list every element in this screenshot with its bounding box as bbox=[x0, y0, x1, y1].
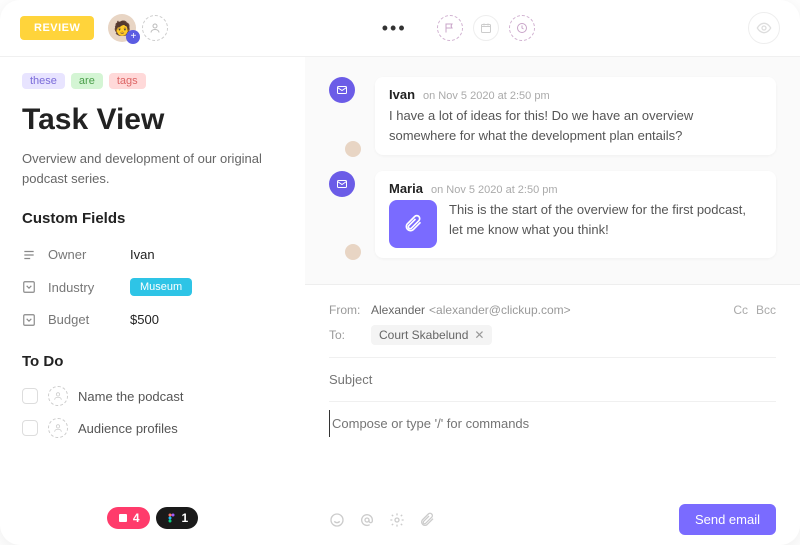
comment-bubble: Ivan on Nov 5 2020 at 2:50 pm I have a l… bbox=[375, 77, 776, 155]
list-icon bbox=[22, 248, 38, 262]
flag-icon[interactable] bbox=[437, 15, 463, 41]
mention-icon[interactable] bbox=[359, 512, 375, 528]
user-avatar bbox=[343, 139, 363, 159]
comment-timestamp: on Nov 5 2020 at 2:50 pm bbox=[423, 90, 550, 102]
subject-input[interactable] bbox=[329, 366, 776, 393]
integration-pill-red[interactable]: 4 bbox=[107, 507, 150, 529]
todo-label: Name the podcast bbox=[78, 389, 184, 404]
from-email: <alexander@clickup.com> bbox=[429, 303, 571, 317]
add-assignee-button[interactable] bbox=[142, 15, 168, 41]
from-name: Alexander bbox=[371, 303, 425, 317]
topbar: REVIEW 🧑 + ••• bbox=[0, 0, 800, 57]
field-label: Industry bbox=[48, 280, 130, 295]
pill-count: 1 bbox=[182, 511, 189, 525]
tag-list: these are tags bbox=[22, 73, 283, 89]
more-menu-button[interactable]: ••• bbox=[382, 18, 407, 39]
comment: Maria on Nov 5 2020 at 2:50 pm This is t… bbox=[329, 171, 776, 258]
tag[interactable]: tags bbox=[109, 73, 146, 89]
field-value: $500 bbox=[130, 312, 159, 327]
assignee-avatar[interactable]: 🧑 + bbox=[108, 14, 136, 42]
composer-footer: Send email bbox=[329, 494, 776, 535]
industry-badge[interactable]: Museum bbox=[130, 278, 192, 296]
checkbox[interactable] bbox=[22, 388, 38, 404]
pill-count: 4 bbox=[133, 511, 140, 525]
bcc-button[interactable]: Bcc bbox=[756, 303, 776, 317]
todo-item[interactable]: Audience profiles bbox=[22, 412, 283, 444]
from-label: From: bbox=[329, 303, 371, 317]
figma-icon bbox=[166, 512, 178, 524]
todo-label: Audience profiles bbox=[78, 421, 178, 436]
comment-list: Ivan on Nov 5 2020 at 2:50 pm I have a l… bbox=[305, 57, 800, 284]
dropdown-icon bbox=[22, 313, 38, 327]
task-description: Overview and development of our original… bbox=[22, 149, 283, 188]
mail-icon bbox=[329, 171, 355, 197]
comment: Ivan on Nov 5 2020 at 2:50 pm I have a l… bbox=[329, 77, 776, 155]
field-label: Budget bbox=[48, 312, 130, 327]
recipient-chip[interactable]: Court Skabelund ✕ bbox=[371, 325, 492, 345]
time-icon[interactable] bbox=[509, 15, 535, 41]
tag[interactable]: are bbox=[71, 73, 103, 89]
field-row-owner: Owner Ivan bbox=[22, 239, 283, 270]
user-avatar bbox=[343, 242, 363, 262]
send-email-button[interactable]: Send email bbox=[679, 504, 776, 535]
assignee-placeholder-icon[interactable] bbox=[48, 386, 68, 406]
field-row-industry: Industry Museum bbox=[22, 270, 283, 304]
body-input[interactable] bbox=[329, 410, 776, 437]
recipient-name: Court Skabelund bbox=[379, 328, 468, 342]
tag[interactable]: these bbox=[22, 73, 65, 89]
watch-icon[interactable] bbox=[748, 12, 780, 44]
dropdown-icon bbox=[22, 280, 38, 294]
left-panel: these are tags Task View Overview and de… bbox=[0, 57, 305, 545]
remove-recipient-icon[interactable]: ✕ bbox=[474, 328, 484, 342]
assignee-avatar-group[interactable]: 🧑 + bbox=[108, 14, 168, 42]
integration-pill-dark[interactable]: 1 bbox=[156, 507, 199, 529]
email-composer: From: Alexander <alexander@clickup.com> … bbox=[305, 284, 800, 545]
custom-fields-heading: Custom Fields bbox=[22, 210, 283, 227]
header-icon-strip bbox=[437, 15, 535, 41]
page-title: Task View bbox=[22, 103, 283, 137]
comment-text: This is the start of the overview for th… bbox=[449, 200, 762, 239]
settings-icon[interactable] bbox=[389, 512, 405, 528]
to-row: To: Court Skabelund ✕ bbox=[329, 321, 776, 349]
cc-button[interactable]: Cc bbox=[733, 303, 748, 317]
right-panel: Ivan on Nov 5 2020 at 2:50 pm I have a l… bbox=[305, 57, 800, 545]
mail-icon bbox=[329, 77, 355, 103]
field-row-budget: Budget $500 bbox=[22, 304, 283, 335]
comment-avatar bbox=[329, 77, 365, 155]
checkbox[interactable] bbox=[22, 420, 38, 436]
calendar-icon[interactable] bbox=[473, 15, 499, 41]
divider bbox=[329, 401, 776, 402]
comment-author: Maria bbox=[389, 181, 423, 196]
from-row: From: Alexander <alexander@clickup.com> … bbox=[329, 299, 776, 321]
field-value: Ivan bbox=[130, 247, 155, 262]
comment-bubble: Maria on Nov 5 2020 at 2:50 pm This is t… bbox=[375, 171, 776, 258]
integration-icon bbox=[117, 512, 129, 524]
divider bbox=[329, 357, 776, 358]
integration-pills: 4 1 bbox=[22, 495, 283, 529]
todo-item[interactable]: Name the podcast bbox=[22, 380, 283, 412]
attach-icon[interactable] bbox=[419, 512, 435, 528]
emoji-icon[interactable] bbox=[329, 512, 345, 528]
comment-author: Ivan bbox=[389, 87, 415, 102]
comment-timestamp: on Nov 5 2020 at 2:50 pm bbox=[431, 184, 558, 196]
attachment-icon[interactable] bbox=[389, 200, 437, 248]
add-badge-icon: + bbox=[126, 30, 140, 44]
review-button[interactable]: REVIEW bbox=[20, 16, 94, 40]
comment-text: I have a lot of ideas for this! Do we ha… bbox=[389, 106, 762, 145]
todo-heading: To Do bbox=[22, 353, 283, 370]
to-label: To: bbox=[329, 328, 371, 342]
comment-avatar bbox=[329, 171, 365, 258]
field-label: Owner bbox=[48, 247, 130, 262]
assignee-placeholder-icon[interactable] bbox=[48, 418, 68, 438]
